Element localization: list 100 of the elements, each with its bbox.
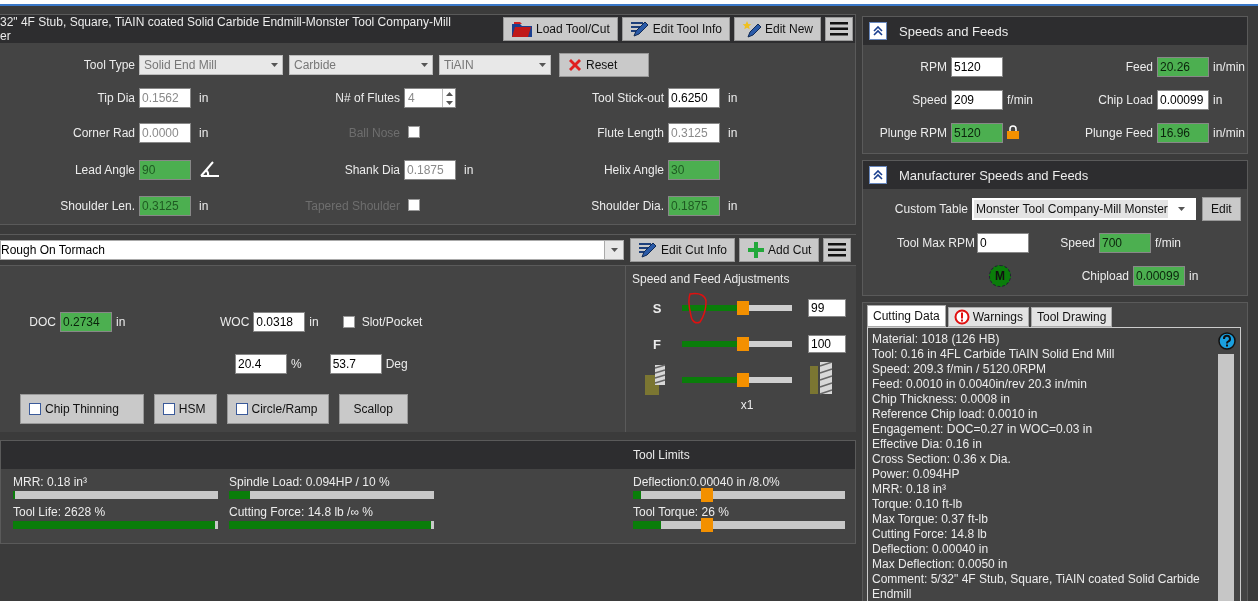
limit-marker	[701, 488, 713, 502]
input-field[interactable]: 20.26	[1157, 57, 1209, 77]
field-label: Tool Type	[82, 58, 135, 72]
checkbox[interactable]	[342, 316, 355, 328]
unit-label: in	[1188, 269, 1199, 283]
field-label: Tip Dia	[96, 91, 135, 105]
scale-label: x1	[739, 398, 755, 412]
unit-label: in	[115, 315, 126, 329]
collapse-button[interactable]	[869, 166, 887, 184]
plus-icon	[747, 241, 766, 259]
toggle-button[interactable]: HSM	[153, 394, 217, 424]
input-field[interactable]: 99	[808, 299, 846, 317]
unit-label: in	[198, 199, 210, 213]
tab[interactable]: Warnings	[947, 307, 1029, 327]
collapse-button[interactable]	[869, 22, 887, 40]
field-label: Speed	[911, 93, 947, 107]
data-line: Effective Dia: 0.16 in	[872, 437, 983, 452]
unit-label: in	[198, 91, 210, 105]
input-field[interactable]: 0.6250	[668, 88, 720, 108]
data-line: Deflection: 0.00040 in	[872, 542, 990, 557]
panel-title: Speed and Feed Adjustments	[632, 272, 791, 286]
toolbar-button[interactable]: Load Tool/Cut	[502, 17, 618, 41]
scrollbar[interactable]	[1218, 354, 1234, 601]
unit-label: f/min	[1006, 93, 1034, 107]
unit-label: Deg	[384, 357, 408, 371]
cut-dropdown[interactable]: Rough On Tormach	[0, 240, 624, 260]
field-label: N# of Flutes	[334, 91, 400, 105]
data-line: Cross Section: 0.36 x Dia.	[872, 452, 1012, 467]
slider-label: S	[651, 300, 663, 316]
caret-down-icon	[610, 248, 618, 252]
data-line: Comment: 5/32" 4F Stub, Square, TiAIN coated Solid Carbide Endmill	[872, 572, 1201, 601]
unit-label: in	[727, 91, 739, 105]
data-line: Max Deflection: 0.0050 in	[872, 557, 1009, 572]
data-line: Feed: 0.0010 in 0.0040in/rev 20.3 in/min	[872, 377, 1088, 392]
input-field[interactable]: 0.2734	[60, 312, 112, 332]
toggle-button[interactable]: Chip Thinning	[20, 394, 144, 424]
unit-label: in	[727, 199, 739, 213]
input-field[interactable]: 53.7	[329, 354, 382, 374]
meter-label: Spindle Load: 0.094HP / 10 %	[229, 475, 391, 489]
slider-thumb[interactable]	[736, 301, 749, 315]
edit-button[interactable]: Edit	[1202, 197, 1241, 221]
chevron-up-icon	[873, 170, 883, 180]
meter-label: Tool Life: 2628 %	[13, 505, 107, 519]
input-field[interactable]: 5120	[951, 123, 1003, 143]
limit-marker	[701, 518, 713, 532]
data-line: Max Torque: 0.37 ft-lb	[872, 512, 989, 527]
menu-button[interactable]	[823, 238, 852, 262]
unit-label: in	[198, 126, 210, 140]
toggle-button[interactable]: Circle/Ramp	[226, 394, 329, 424]
help-icon[interactable]	[1218, 332, 1236, 350]
data-line: Cutting Force: 14.8 lb	[872, 527, 988, 542]
chevron-up-icon	[873, 26, 883, 36]
input-field[interactable]: 700	[1099, 233, 1151, 253]
toolbar-button[interactable]: Edit Tool Info	[621, 17, 730, 41]
field-label: Helix Angle	[602, 162, 664, 177]
input-field[interactable]: 0.00099	[1133, 266, 1185, 286]
input-field[interactable]: 209	[951, 90, 1003, 110]
data-line: Chip Thickness: 0.0008 in	[872, 392, 1011, 407]
field-label: Chip Load	[1097, 93, 1153, 107]
toolbar-button[interactable]: Edit New	[733, 17, 821, 41]
input-field[interactable]: 100	[808, 335, 846, 353]
section-title: Tool Limits	[633, 448, 690, 462]
meter-label: Tool Torque: 26 %	[633, 505, 730, 519]
folder-icon	[510, 20, 533, 38]
input-field[interactable]: 20.4	[235, 354, 287, 374]
field-label: Plunge RPM	[878, 126, 947, 140]
toolbar-button[interactable]: Add Cut	[739, 238, 820, 262]
field-label: Tool Max RPM	[895, 236, 975, 250]
input-field[interactable]: 0.0318	[253, 312, 306, 332]
field-label: Flute Length	[596, 126, 664, 140]
tab[interactable]: Cutting Data	[867, 305, 946, 327]
reset-button[interactable]: Reset	[559, 53, 649, 77]
scallop-button[interactable]: Scallop	[338, 394, 408, 424]
input-field[interactable]: 5120	[951, 57, 1003, 77]
input-field[interactable]: 0.00099	[1157, 90, 1209, 110]
dropdown[interactable]: Solid End Mill	[139, 55, 283, 75]
tool-title: 32" 4F Stub, Square, TiAIN coated Solid Carbide Endmill-Monster Tool Company-Mill er	[0, 15, 452, 43]
unit-label: f/min	[1154, 236, 1181, 250]
panel-title: Speeds and Feeds	[899, 23, 1009, 39]
checkbox-label: Slot/Pocket	[361, 315, 423, 329]
field-label: Shoulder Len.	[59, 199, 135, 213]
menu-icon	[830, 22, 848, 36]
close-icon	[567, 57, 583, 73]
table-dropdown[interactable]: Monster Tool Company-Mill Monster	[972, 198, 1196, 220]
field-label: Shoulder Dia.	[590, 199, 664, 213]
input-field[interactable]: 16.96	[1157, 123, 1209, 143]
slider-thumb[interactable]	[736, 337, 749, 351]
unit-label: in/min	[1212, 60, 1246, 74]
toolbar-button[interactable]: Edit Cut Info	[630, 238, 736, 262]
dropdown[interactable]: TiAIN	[439, 55, 551, 75]
field-label: Shank Dia	[343, 162, 400, 177]
unit-label: in	[1212, 93, 1224, 107]
data-line: Power: 0.094HP	[872, 467, 961, 482]
tab[interactable]: Tool Drawing	[1030, 307, 1113, 327]
meter-label: Cutting Force: 14.8 lb /∞ %	[229, 505, 374, 519]
input-field[interactable]: 0	[977, 233, 1029, 253]
menu-button[interactable]	[825, 17, 853, 41]
dropdown[interactable]: Carbide	[289, 55, 433, 75]
field-label: Chipload	[1080, 269, 1129, 283]
slider-thumb[interactable]	[736, 373, 749, 387]
